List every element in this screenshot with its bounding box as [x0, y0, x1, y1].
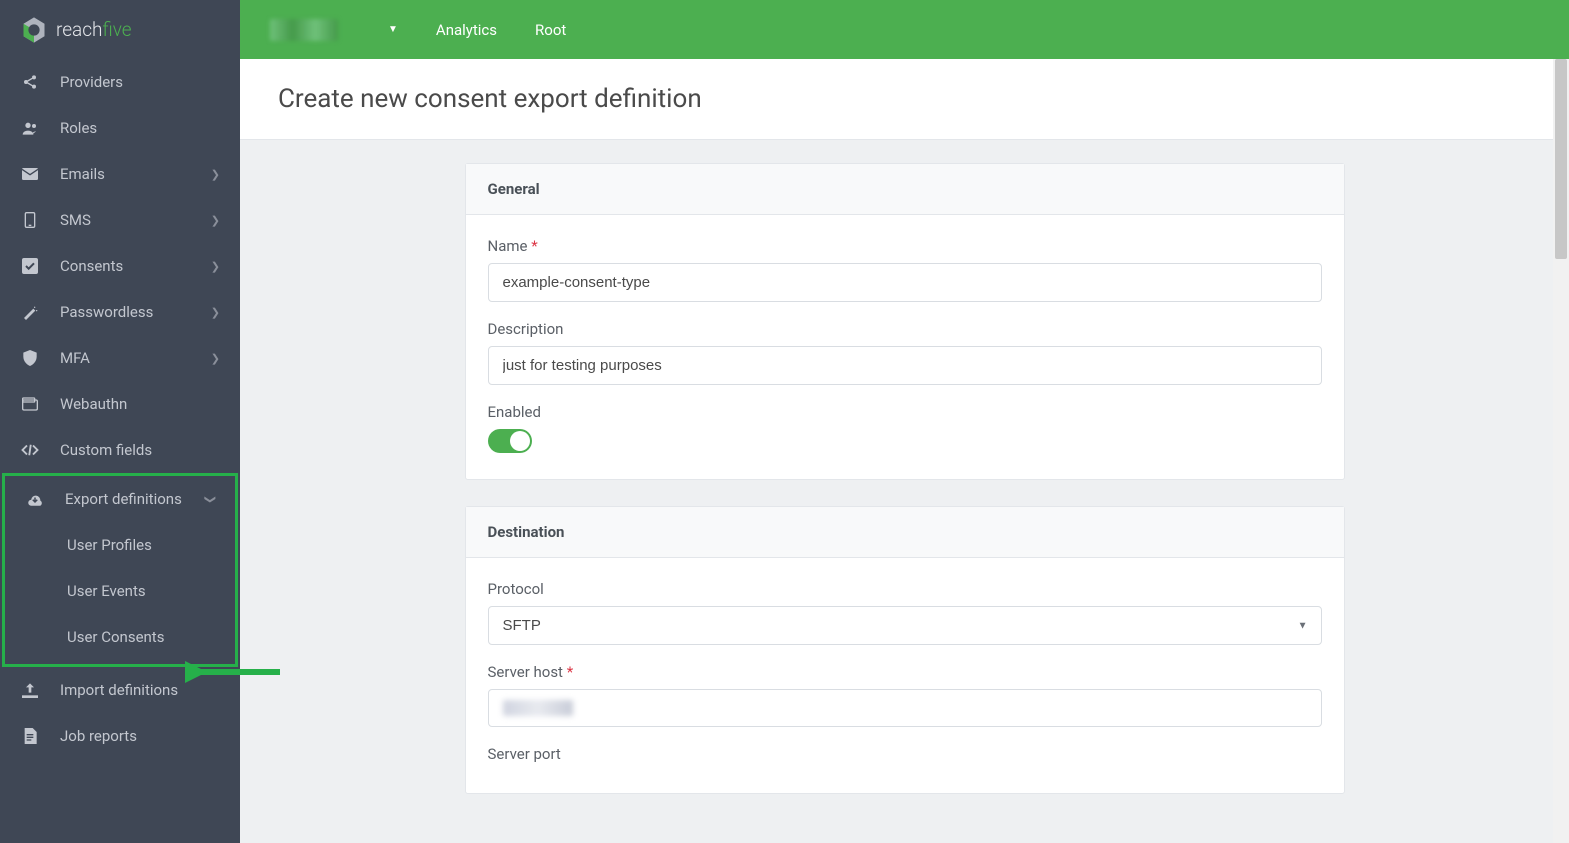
- description-input[interactable]: [488, 346, 1322, 385]
- page-title: Create new consent export definition: [278, 84, 1531, 114]
- checkbox-icon: [20, 258, 40, 274]
- scrollbar-thumb[interactable]: [1555, 59, 1567, 259]
- chevron-right-icon: ❯: [211, 352, 220, 365]
- destination-card: Destination Protocol ▼ Server host * Ser…: [465, 506, 1345, 794]
- main-content: General Name * Description Enabled Desti…: [240, 137, 1569, 843]
- sidebar-item-emails[interactable]: Emails ❯: [0, 151, 240, 197]
- sidebar-sub-label: User Profiles: [67, 536, 152, 554]
- sidebar-item-label: MFA: [60, 349, 90, 367]
- page-header: Create new consent export definition: [240, 59, 1569, 140]
- sidebar-item-label: Import definitions: [60, 681, 178, 699]
- topnav-analytics[interactable]: Analytics: [436, 21, 497, 39]
- sidebar: reachfive Providers Roles Emails ❯ SMS ❯…: [0, 0, 240, 843]
- sidebar-item-webauthn[interactable]: Webauthn: [0, 381, 240, 427]
- sidebar-item-label: Consents: [60, 257, 123, 275]
- sidebar-item-export-definitions[interactable]: Export definitions ❯: [5, 476, 235, 522]
- account-selector-redacted[interactable]: [270, 19, 338, 41]
- sidebar-sub-label: User Events: [67, 582, 146, 600]
- chevron-down-icon: ❯: [204, 494, 217, 503]
- wand-icon: [20, 304, 40, 320]
- topnav-root[interactable]: Root: [535, 21, 566, 39]
- sidebar-sub-label: User Consents: [67, 628, 164, 646]
- wallet-icon: [20, 397, 40, 411]
- sidebar-item-mfa[interactable]: MFA ❯: [0, 335, 240, 381]
- sidebar-item-label: Roles: [60, 119, 97, 137]
- users-icon: [20, 121, 40, 135]
- chevron-right-icon: ❯: [211, 214, 220, 227]
- sidebar-item-consents[interactable]: Consents ❯: [0, 243, 240, 289]
- envelope-icon: [20, 168, 40, 180]
- logo[interactable]: reachfive: [0, 0, 240, 59]
- share-icon: [20, 74, 40, 90]
- enabled-label: Enabled: [488, 403, 1322, 421]
- chevron-right-icon: ❯: [211, 168, 220, 181]
- chevron-right-icon: ❯: [211, 306, 220, 319]
- sidebar-item-custom-fields[interactable]: Custom fields: [0, 427, 240, 473]
- sidebar-item-sms[interactable]: SMS ❯: [0, 197, 240, 243]
- logo-icon: [20, 16, 48, 44]
- file-icon: [20, 728, 40, 744]
- caret-down-icon[interactable]: ▼: [388, 24, 398, 35]
- sidebar-item-label: Export definitions: [65, 490, 182, 508]
- chevron-right-icon: ❯: [211, 260, 220, 273]
- server-host-input[interactable]: [488, 689, 1322, 727]
- topbar: ▼ Analytics Root: [240, 0, 1569, 59]
- sidebar-item-passwordless[interactable]: Passwordless ❯: [0, 289, 240, 335]
- name-label: Name *: [488, 237, 1322, 255]
- cloud-download-icon: [25, 492, 45, 506]
- general-card-header: General: [466, 164, 1344, 215]
- shield-icon: [20, 350, 40, 366]
- sidebar-item-job-reports[interactable]: Job reports: [0, 713, 240, 759]
- sidebar-item-providers[interactable]: Providers: [0, 59, 240, 105]
- sidebar-sub-user-profiles[interactable]: User Profiles: [5, 522, 235, 568]
- sidebar-item-label: Custom fields: [60, 441, 152, 459]
- server-host-label: Server host *: [488, 663, 1322, 681]
- destination-card-header: Destination: [466, 507, 1344, 558]
- protocol-select[interactable]: [488, 606, 1322, 645]
- server-port-label: Server port: [488, 745, 1322, 763]
- sidebar-item-label: Job reports: [60, 727, 137, 745]
- scrollbar[interactable]: [1553, 59, 1569, 843]
- phone-icon: [20, 212, 40, 228]
- sidebar-item-import-definitions[interactable]: Import definitions: [0, 667, 240, 713]
- general-card: General Name * Description Enabled: [465, 163, 1345, 480]
- sidebar-item-label: Passwordless: [60, 303, 153, 321]
- upload-icon: [20, 682, 40, 698]
- sidebar-item-roles[interactable]: Roles: [0, 105, 240, 151]
- description-label: Description: [488, 320, 1322, 338]
- sidebar-item-label: Providers: [60, 73, 123, 91]
- protocol-label: Protocol: [488, 580, 1322, 598]
- name-input[interactable]: [488, 263, 1322, 302]
- code-icon: [20, 444, 40, 456]
- sidebar-sub-user-events[interactable]: User Events: [5, 568, 235, 614]
- highlight-annotation: Export definitions ❯ User Profiles User …: [2, 473, 238, 667]
- enabled-toggle[interactable]: [488, 429, 532, 453]
- sidebar-item-label: Webauthn: [60, 395, 127, 413]
- logo-text: reachfive: [56, 18, 132, 41]
- sidebar-item-label: SMS: [60, 211, 91, 229]
- sidebar-item-label: Emails: [60, 165, 105, 183]
- sidebar-sub-user-consents[interactable]: User Consents: [5, 614, 235, 660]
